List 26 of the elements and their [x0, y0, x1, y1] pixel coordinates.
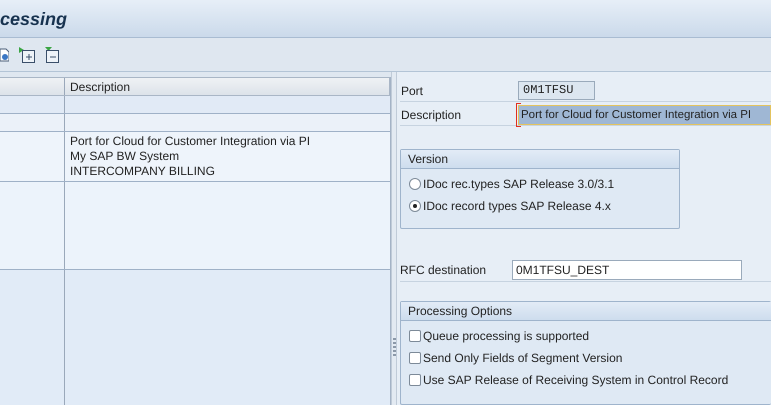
splitter-grip[interactable]: [393, 338, 396, 356]
checkbox[interactable]: [409, 352, 421, 364]
description-field[interactable]: Port for Cloud for Customer Integration via PI: [518, 104, 771, 124]
checkbox[interactable]: [409, 374, 421, 386]
option-label: Queue processing is supported: [423, 328, 590, 345]
option-label: Send Only Fields of Segment Version: [423, 350, 622, 367]
rfc-field[interactable]: 0M1TFSU_DEST: [512, 260, 742, 280]
description-text: My SAP BW System: [70, 149, 180, 164]
port-field[interactable]: 0M1TFSU: [518, 81, 595, 100]
option-label: Use SAP Release of Receiving System in Control Record: [423, 372, 728, 389]
group-title: Processing Options: [401, 302, 771, 321]
checkbox[interactable]: [409, 330, 421, 342]
group-title: Version: [401, 150, 679, 169]
field-label: RFC destination: [400, 262, 486, 278]
collapse-icon[interactable]: [45, 46, 61, 62]
field-label: Port: [400, 82, 424, 100]
screen-title: cessing: [0, 8, 68, 31]
description-text: INTERCOMPANY BILLING: [70, 164, 216, 179]
radio-button[interactable]: [409, 200, 421, 212]
option-label: IDoc record types SAP Release 4.x: [423, 198, 611, 215]
field-label: Description: [400, 106, 462, 124]
radio-button[interactable]: [409, 178, 421, 190]
description-text: Port for Cloud for Customer Integration via PI: [70, 134, 312, 149]
option-label: IDoc rec.types SAP Release 3.0/3.1: [423, 176, 614, 193]
expand-icon[interactable]: [19, 46, 35, 62]
document-icon[interactable]: [0, 48, 9, 62]
